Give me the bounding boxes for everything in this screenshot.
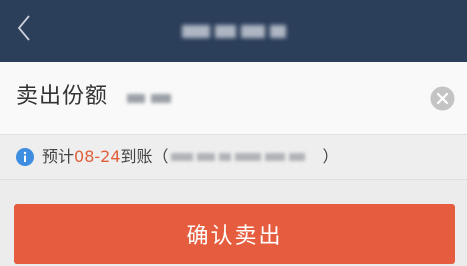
- sell-amount-value-obscured: [127, 91, 179, 105]
- arrival-date: 08-24: [74, 147, 121, 166]
- arrival-suffix: 到账（: [120, 147, 169, 166]
- navigation-bar: [0, 0, 467, 62]
- arrival-detail-obscured: [170, 151, 321, 163]
- info-icon: [16, 148, 34, 166]
- sell-amount-label: 卖出份额: [16, 84, 109, 109]
- chevron-left-icon: [17, 15, 30, 41]
- arrival-close-paren: ）: [322, 147, 339, 166]
- arrival-prefix: 预计: [42, 147, 75, 166]
- page-title-obscured: [182, 23, 286, 40]
- arrival-info-text: 预计 08-24 到账（ ）: [42, 146, 339, 168]
- sell-amount-row[interactable]: 卖出份额: [0, 62, 467, 135]
- back-button[interactable]: [6, 8, 42, 48]
- arrival-info-row: 预计 08-24 到账（ ）: [0, 135, 467, 180]
- clear-icon[interactable]: [430, 86, 455, 111]
- confirm-sell-button[interactable]: 确认卖出: [14, 204, 455, 264]
